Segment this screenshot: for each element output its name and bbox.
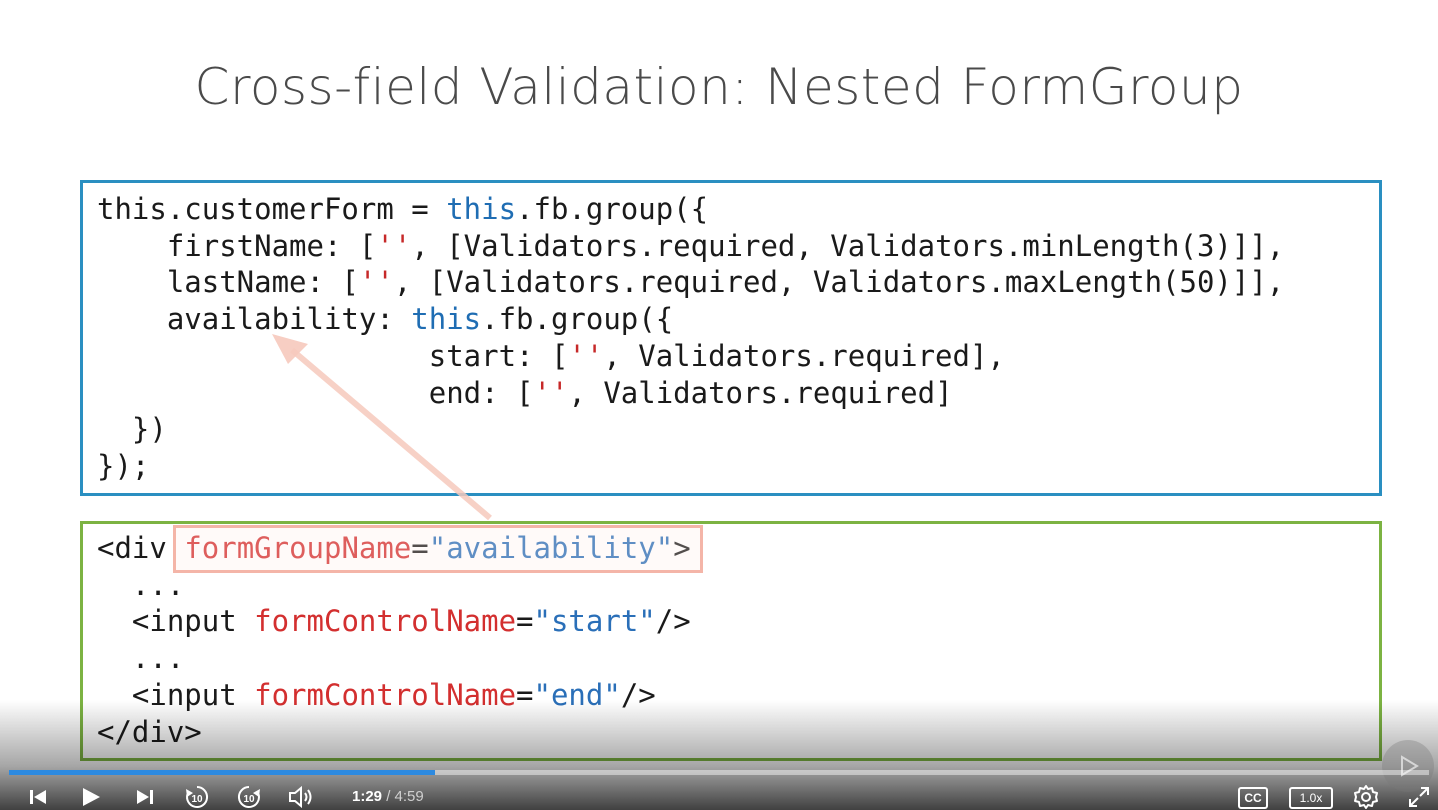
- code-string: '': [568, 338, 604, 373]
- code-token: lastName: [: [97, 265, 359, 300]
- code-value: "end": [533, 677, 621, 712]
- code-string: '': [358, 265, 394, 300]
- code-token: <input: [97, 677, 255, 712]
- code-token: , [Validators.required, Validators.maxLe…: [393, 265, 1285, 300]
- code-token: start: [: [97, 338, 569, 373]
- code-string: '': [376, 228, 412, 263]
- fullscreen-icon[interactable]: [1405, 784, 1433, 810]
- current-time: 1:29: [352, 788, 383, 805]
- slide-title: Cross-field Validation: Nested FormGroup: [194, 58, 1244, 116]
- rewind-10-icon[interactable]: 10: [183, 784, 211, 810]
- code-keyword: this: [411, 302, 482, 337]
- progress-bar[interactable]: [9, 770, 1429, 775]
- code-token: <input: [97, 604, 255, 639]
- code-token: ...: [97, 567, 185, 602]
- code-token: <div: [97, 531, 185, 565]
- code-token: }): [97, 412, 167, 447]
- code-token: , [Validators.required, Validators.minLe…: [411, 228, 1285, 263]
- volume-icon[interactable]: [287, 784, 315, 810]
- code-token: ...: [97, 641, 185, 676]
- code-token: .fb.group({: [516, 192, 709, 226]
- code-string: '': [533, 375, 569, 410]
- progress-fill: [9, 770, 435, 775]
- player-controls: 10 10 1:29 / 4:59 CC 1.0x: [0, 780, 1438, 810]
- speed-button[interactable]: 1.0x: [1289, 787, 1333, 809]
- code-token: </div>: [97, 714, 202, 749]
- code-token: availability:: [97, 302, 412, 337]
- code-token: end: [: [97, 375, 534, 410]
- typescript-code-box: this.customerForm = this.fb.group({ firs…: [80, 180, 1382, 496]
- code-token: , Validators.required],: [603, 338, 1005, 373]
- skip-back-icon[interactable]: [26, 784, 50, 810]
- skip-forward-icon[interactable]: [133, 784, 157, 810]
- forward-10-icon[interactable]: 10: [235, 784, 263, 810]
- typescript-code: this.customerForm = this.fb.group({ firs…: [97, 191, 1284, 485]
- cc-button[interactable]: CC: [1238, 787, 1268, 809]
- code-token: });: [97, 448, 150, 483]
- time-display: 1:29 / 4:59: [352, 788, 424, 805]
- forward-label: 10: [243, 794, 255, 805]
- code-attribute: formControlName: [254, 604, 517, 639]
- code-token: firstName: [: [97, 228, 377, 263]
- code-attribute: formControlName: [254, 677, 517, 712]
- code-token: , Validators.required]: [568, 375, 953, 410]
- highlight-box: [173, 525, 703, 573]
- settings-icon[interactable]: [1352, 784, 1380, 810]
- play-icon[interactable]: [78, 784, 104, 810]
- code-token: this.customerForm =: [97, 192, 447, 226]
- code-keyword: this: [446, 192, 517, 226]
- duration: 4:59: [394, 788, 424, 805]
- code-token: .fb.group({: [481, 302, 674, 337]
- rewind-label: 10: [191, 794, 203, 805]
- code-value: "start": [533, 604, 656, 639]
